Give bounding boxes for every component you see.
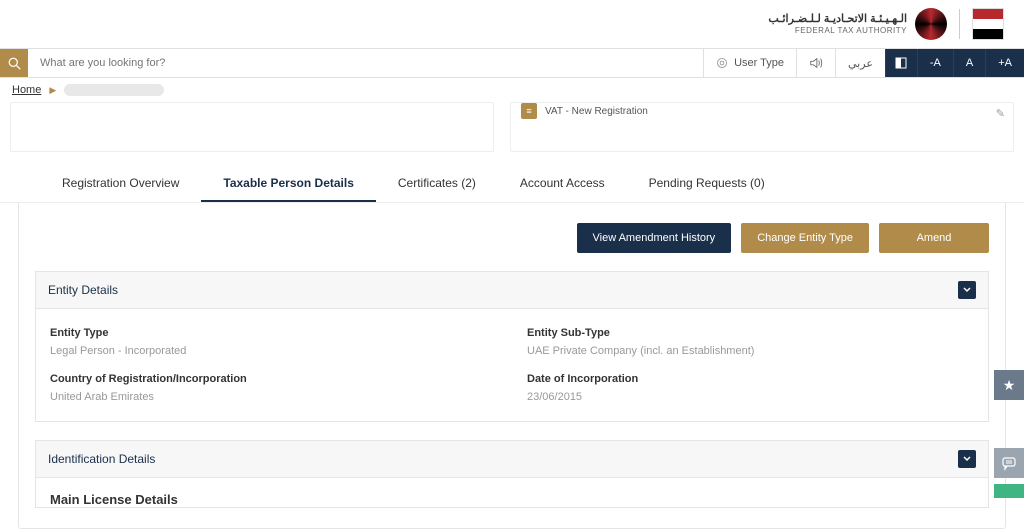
change-entity-type-button[interactable]: Change Entity Type	[741, 223, 869, 253]
star-icon: ★	[1003, 377, 1016, 394]
font-decrease-button[interactable]: -A	[917, 49, 953, 77]
sound-icon	[809, 56, 823, 70]
contrast-button[interactable]	[885, 49, 917, 77]
field-entity-type: Entity Type Legal Person - Incorporated	[50, 327, 497, 357]
breadcrumb: Home ▶	[0, 78, 1024, 102]
country-value: United Arab Emirates	[50, 391, 497, 403]
header-logos: الـهـيـئـة الاتحـاديـة لـلـضـرائـب FEDER…	[0, 0, 1024, 48]
entity-details-header: Entity Details	[35, 271, 989, 309]
sound-button[interactable]	[796, 49, 835, 77]
identification-details-body: Main License Details	[35, 478, 989, 508]
search-icon	[8, 57, 21, 70]
entity-type-value: Legal Person - Incorporated	[50, 345, 497, 357]
main-license-heading: Main License Details	[36, 478, 988, 507]
action-buttons: View Amendment History Change Entity Typ…	[35, 223, 989, 253]
contrast-icon	[895, 57, 907, 69]
tab-panel: View Amendment History Change Entity Typ…	[18, 203, 1006, 529]
breadcrumb-redacted	[64, 84, 164, 96]
tab-account-access[interactable]: Account Access	[498, 166, 627, 202]
entity-details-body: Entity Type Legal Person - Incorporated …	[35, 309, 989, 422]
topbar: User Type عربي -A A +A	[0, 48, 1024, 78]
user-type-button[interactable]: User Type	[703, 49, 796, 77]
date-incorporation-label: Date of Incorporation	[527, 373, 974, 385]
entity-subtype-label: Entity Sub-Type	[527, 327, 974, 339]
tab-registration-overview[interactable]: Registration Overview	[40, 166, 201, 202]
field-date-incorporation: Date of Incorporation 23/06/2015	[527, 373, 974, 403]
chat-float-button[interactable]	[994, 448, 1024, 478]
identification-details-title: Identification Details	[48, 452, 155, 466]
language-toggle[interactable]: عربي	[835, 49, 885, 77]
logo-divider	[959, 9, 960, 39]
identification-collapse-button[interactable]	[958, 450, 976, 468]
fta-logo-block: الـهـيـئـة الاتحـاديـة لـلـضـرائـب FEDER…	[768, 8, 947, 40]
font-increase-button[interactable]: +A	[985, 49, 1024, 77]
breadcrumb-arrow-icon: ▶	[49, 85, 56, 96]
entity-type-label: Entity Type	[50, 327, 497, 339]
chat-icon	[1001, 455, 1017, 471]
field-country: Country of Registration/Incorporation Un…	[50, 373, 497, 403]
identification-details-header: Identification Details	[35, 440, 989, 478]
vat-label: VAT - New Registration	[545, 106, 648, 117]
user-type-label: User Type	[734, 57, 784, 69]
favorites-float-button[interactable]: ★	[994, 370, 1024, 400]
entity-collapse-button[interactable]	[958, 281, 976, 299]
tabs: Registration Overview Taxable Person Det…	[0, 166, 1024, 203]
tab-certificates[interactable]: Certificates (2)	[376, 166, 498, 202]
summary-card-vat: ≡ VAT - New Registration ✎	[510, 102, 1014, 152]
help-float-button[interactable]	[994, 484, 1024, 498]
font-normal-button[interactable]: A	[953, 49, 985, 77]
breadcrumb-home[interactable]: Home	[12, 84, 41, 96]
uae-emblem-icon	[972, 8, 1004, 40]
fta-logo-icon	[915, 8, 947, 40]
tab-pending-requests[interactable]: Pending Requests (0)	[627, 166, 787, 202]
date-incorporation-value: 23/06/2015	[527, 391, 974, 403]
tab-taxable-person-details[interactable]: Taxable Person Details	[201, 166, 376, 202]
country-label: Country of Registration/Incorporation	[50, 373, 497, 385]
vat-icon: ≡	[521, 103, 537, 119]
amend-button[interactable]: Amend	[879, 223, 989, 253]
fta-logo-text: الـهـيـئـة الاتحـاديـة لـلـضـرائـب FEDER…	[768, 13, 907, 36]
search-button[interactable]	[0, 49, 28, 77]
field-entity-subtype: Entity Sub-Type UAE Private Company (inc…	[527, 327, 974, 357]
user-type-icon	[716, 57, 728, 69]
chevron-down-icon	[963, 455, 971, 463]
language-label: عربي	[848, 57, 873, 70]
view-amendment-history-button[interactable]: View Amendment History	[577, 223, 732, 253]
chevron-down-icon	[963, 286, 971, 294]
summary-cards-row: ≡ VAT - New Registration ✎	[0, 102, 1024, 166]
summary-card-left	[10, 102, 494, 152]
search-input[interactable]	[28, 49, 703, 77]
vat-edit-button[interactable]: ✎	[996, 107, 1005, 120]
entity-details-title: Entity Details	[48, 283, 118, 297]
entity-subtype-value: UAE Private Company (incl. an Establishm…	[527, 345, 974, 357]
